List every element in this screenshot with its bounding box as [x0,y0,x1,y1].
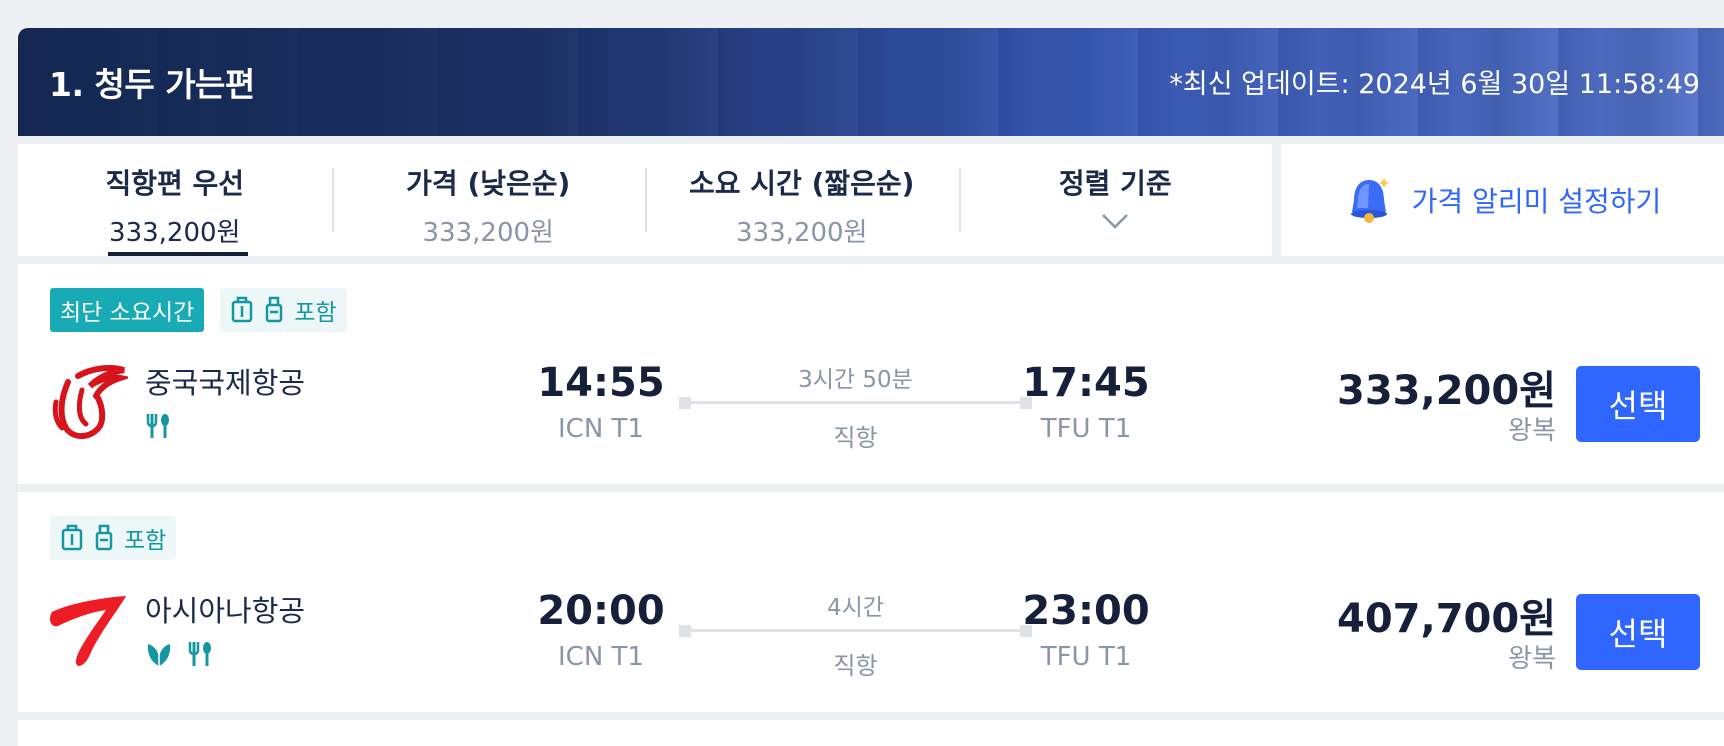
tab-label: 가격 (낮은순) [406,167,571,200]
badge-text: 최단 소요시간 [60,300,195,326]
flight-duration: 3시간 50분 [798,367,913,393]
arrival-airport: TFU T1 [1040,414,1132,444]
asiana-logo [50,596,126,666]
route-line-start-cap [679,397,691,409]
carry-on-bag-icon [232,296,253,323]
baggage-included-badge: 포함 [50,516,177,560]
amenities [145,412,171,440]
checked-bag-icon [95,524,113,551]
flight-duration: 4시간 [827,595,884,621]
flight-result-card[interactable]: 최단 소요시간 포함 중국국제항공 14:55 ICN T1 3시간 50분 직… [18,264,1724,484]
tab-price-low[interactable]: 가격 (낮은순) 333,200원 [331,144,646,256]
badge-row: 최단 소요시간 포함 [50,288,347,332]
eco-leaf-icon [147,644,171,667]
flight-stops: 직항 [833,652,878,680]
airline-name: 중국국제항공 [145,366,306,400]
route-header-banner: 1. 청두 가는편 *최신 업데이트: 2024년 6월 30일 11:58:4… [18,28,1724,136]
badge-text: 포함 [294,300,337,326]
carry-on-bag-icon [61,524,83,551]
baggage-included-badge: 포함 [220,288,347,332]
air-china-logo [52,365,128,439]
badge-text: 포함 [124,528,167,554]
tab-price: 333,200원 [109,218,241,248]
select-button[interactable]: 선택 [1576,366,1700,442]
amenities [145,640,213,668]
select-button[interactable]: 선택 [1576,594,1700,670]
route-line: 3시간 50분 직항 [673,360,1038,460]
chevron-down-icon [1102,214,1129,229]
departure-airport: ICN T1 [558,414,644,444]
tab-price: 333,200원 [422,218,554,248]
route-line: 4시간 직항 [673,588,1038,688]
sort-criteria-dropdown[interactable]: 정렬 기준 [958,144,1273,256]
checked-bag-icon [266,296,283,323]
departure-time: 20:00 [537,588,665,634]
sort-tabs: 직항편 우선 333,200원 가격 (낮은순) 333,200원 소요 시간 … [18,144,1272,256]
badge-row: 포함 [50,516,177,560]
route-line-start-cap [679,625,691,637]
shortest-duration-badge: 최단 소요시간 [50,288,205,332]
flight-price: 333,200원 [1337,368,1556,414]
route-line-bar [685,401,1026,404]
price-alert-button[interactable]: 가격 알리미 설정하기 [1281,144,1724,256]
tab-label: 직항편 우선 [105,167,245,200]
last-updated-text: *최신 업데이트: 2024년 6월 30일 11:58:49 [1169,69,1700,100]
tab-label: 정렬 기준 [1058,167,1172,200]
meal-icon [146,414,169,438]
tab-label: 소요 시간 (짧은순) [689,167,915,200]
trip-type: 왕복 [1508,644,1556,674]
flight-result-card[interactable] [18,720,1724,746]
price-alert-label: 가격 알리미 설정하기 [1411,185,1662,218]
tab-price: 333,200원 [736,218,868,248]
tab-duration-short[interactable]: 소요 시간 (짧은순) 333,200원 [645,144,959,256]
trip-type: 왕복 [1508,416,1556,446]
flight-result-card[interactable]: 포함 아시아나항공 20:00 ICN T1 4시간 직항 23:00 TFU … [18,492,1724,712]
meal-icon [188,642,211,666]
departure-time: 14:55 [537,360,665,406]
departure-airport: ICN T1 [558,642,644,672]
tab-direct-first[interactable]: 직항편 우선 333,200원 [18,144,332,256]
arrival-time: 17:45 [1022,360,1150,406]
arrival-airport: TFU T1 [1040,642,1132,672]
flight-price: 407,700원 [1337,596,1556,642]
flight-stops: 직항 [833,424,878,452]
route-title: 1. 청두 가는편 [49,65,255,104]
airline-name: 아시아나항공 [145,594,306,628]
bell-icon [1350,178,1390,223]
arrival-time: 23:00 [1022,588,1150,634]
active-tab-indicator [108,252,248,256]
route-line-bar [685,629,1026,632]
